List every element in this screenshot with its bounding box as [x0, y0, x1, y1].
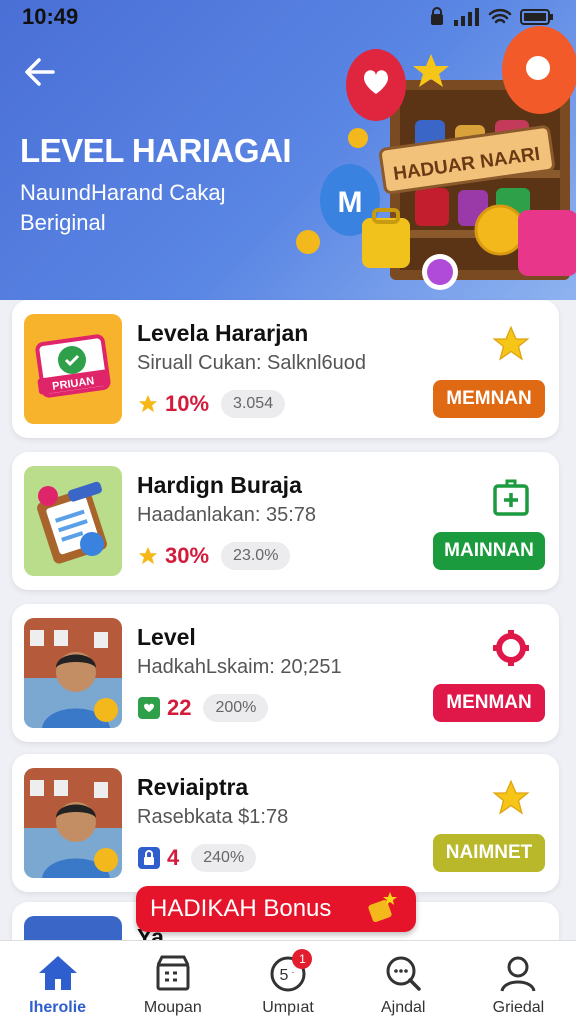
- nav-label: Ajndal: [380, 999, 426, 1016]
- nav-item-search[interactable]: Ajndal: [346, 941, 461, 1024]
- store-icon: [156, 955, 190, 991]
- level-stats: 10% 3.054: [137, 390, 286, 418]
- nav-label: Umpıat: [262, 999, 314, 1016]
- status-icons: [428, 7, 554, 27]
- level-percent: 22: [167, 695, 192, 720]
- star-icon: [138, 394, 158, 413]
- nav-item-updates[interactable]: 5 · 1 Umpıat: [230, 941, 345, 1024]
- level-subtitle: Haadanlakan: 35:78: [137, 504, 317, 526]
- star-icon: [491, 324, 531, 364]
- level-thumbnail: PRIUAN: [24, 314, 122, 424]
- alarm-icon: [431, 7, 443, 25]
- level-title: Levela Hararjan: [137, 320, 309, 346]
- nav-item-profile[interactable]: Griedal: [461, 941, 576, 1024]
- level-subtitle: HadkahLskaim: 20;251: [137, 656, 342, 678]
- gift-icon: [368, 892, 397, 923]
- svg-text:5: 5: [280, 967, 289, 984]
- level-title: Reviaiptra: [137, 774, 249, 800]
- heart-badge-icon: [138, 697, 160, 719]
- home-icon: [38, 956, 77, 990]
- level-stats: 22 200%: [137, 694, 269, 722]
- level-count-pill: 3.054: [221, 390, 286, 418]
- shop-illustration: HADUAR NAARI M: [296, 26, 576, 290]
- play-button[interactable]: MENMAN: [433, 684, 545, 722]
- status-time: 10:49: [22, 4, 79, 29]
- level-card[interactable]: PRIUAN Levela Hararjan Siruall Cukan: Sa…: [12, 300, 559, 438]
- page-subtitle: NauındHarand Cakaȷ Beriginal: [20, 178, 260, 238]
- level-title: Hardign Buraja: [137, 472, 302, 498]
- level-percent: 30%: [165, 543, 210, 568]
- level-card[interactable]: Reviaiptra Rasebkata $1:78 4 240% NAIMNE…: [12, 754, 559, 892]
- level-title: Level: [137, 624, 196, 650]
- nav-item-home[interactable]: Iherolie: [0, 941, 115, 1024]
- svg-text:M: M: [338, 186, 363, 219]
- svg-text:·: ·: [291, 967, 294, 978]
- search-chat-icon: [386, 956, 421, 991]
- star-icon: [491, 778, 531, 818]
- player-avatar-photo: [24, 618, 122, 728]
- notification-badge: 1: [292, 949, 313, 969]
- header-banner: LEVEL HARIAGAI NauındHarand Cakaȷ Berigi…: [0, 0, 576, 300]
- arrow-left-icon: [25, 58, 55, 86]
- nav-label: Griedal: [492, 999, 545, 1016]
- settings-gear-icon: [491, 628, 531, 668]
- play-button[interactable]: MAINNAN: [433, 532, 545, 570]
- screen: LEVEL HARIAGAI NauındHarand Cakaȷ Berigi…: [0, 0, 576, 1024]
- level-card[interactable]: Level HadkahLskaim: 20;251 22 200% MENMA…: [12, 604, 559, 742]
- user-icon: [500, 956, 536, 992]
- level-thumbnail: [24, 768, 122, 878]
- level-count-pill: 200%: [203, 694, 269, 722]
- play-button[interactable]: MEMNAN: [433, 380, 545, 418]
- level-count-pill: 23.0%: [221, 542, 291, 570]
- level-card[interactable]: Hardign Buraja Haadanlakan: 35:78 30% 23…: [12, 452, 559, 590]
- bottom-navigation: Iherolie Moupan 5 · 1 Umpıat Ajndal Gried…: [0, 940, 576, 1024]
- level-stats: 30% 23.0%: [137, 542, 291, 570]
- certificate-icon: PRIUAN: [35, 334, 111, 398]
- level-count-pill: 240%: [191, 844, 257, 872]
- level-thumbnail: [24, 466, 122, 576]
- player-avatar-photo: [24, 768, 122, 878]
- clipboard-icon: [37, 481, 107, 564]
- medical-kit-icon: [491, 476, 531, 516]
- page-title: LEVEL HARIAGAI: [20, 132, 292, 169]
- play-button[interactable]: NAIMNET: [433, 834, 545, 872]
- level-subtitle: Siruall Cukan: Salknl6uod: [137, 352, 367, 374]
- lock-badge-icon: [138, 847, 160, 869]
- bonus-label: HADIKAH Bonus: [150, 895, 332, 922]
- level-subtitle: Rasebkata $1:78: [137, 806, 289, 828]
- signal-icon: [454, 8, 479, 26]
- battery-icon: [520, 9, 553, 25]
- wifi-icon: [488, 9, 512, 24]
- level-stats: 4 240%: [137, 844, 257, 872]
- bonus-banner[interactable]: HADIKAH Bonus: [136, 886, 416, 932]
- status-bar: 10:49: [0, 0, 576, 34]
- nav-label: Moupan: [143, 999, 202, 1016]
- nav-item-shop[interactable]: Moupan: [115, 941, 230, 1024]
- star-icon: [138, 546, 158, 565]
- level-thumbnail: [24, 618, 122, 728]
- level-percent: 10%: [165, 391, 210, 416]
- subtitle-line-1: NauındHarand Cakaȷ: [20, 180, 226, 205]
- subtitle-line-2: Beriginal: [20, 210, 106, 235]
- back-button[interactable]: [18, 50, 62, 94]
- level-percent: 4: [167, 845, 180, 870]
- nav-label: Iherolie: [29, 999, 87, 1016]
